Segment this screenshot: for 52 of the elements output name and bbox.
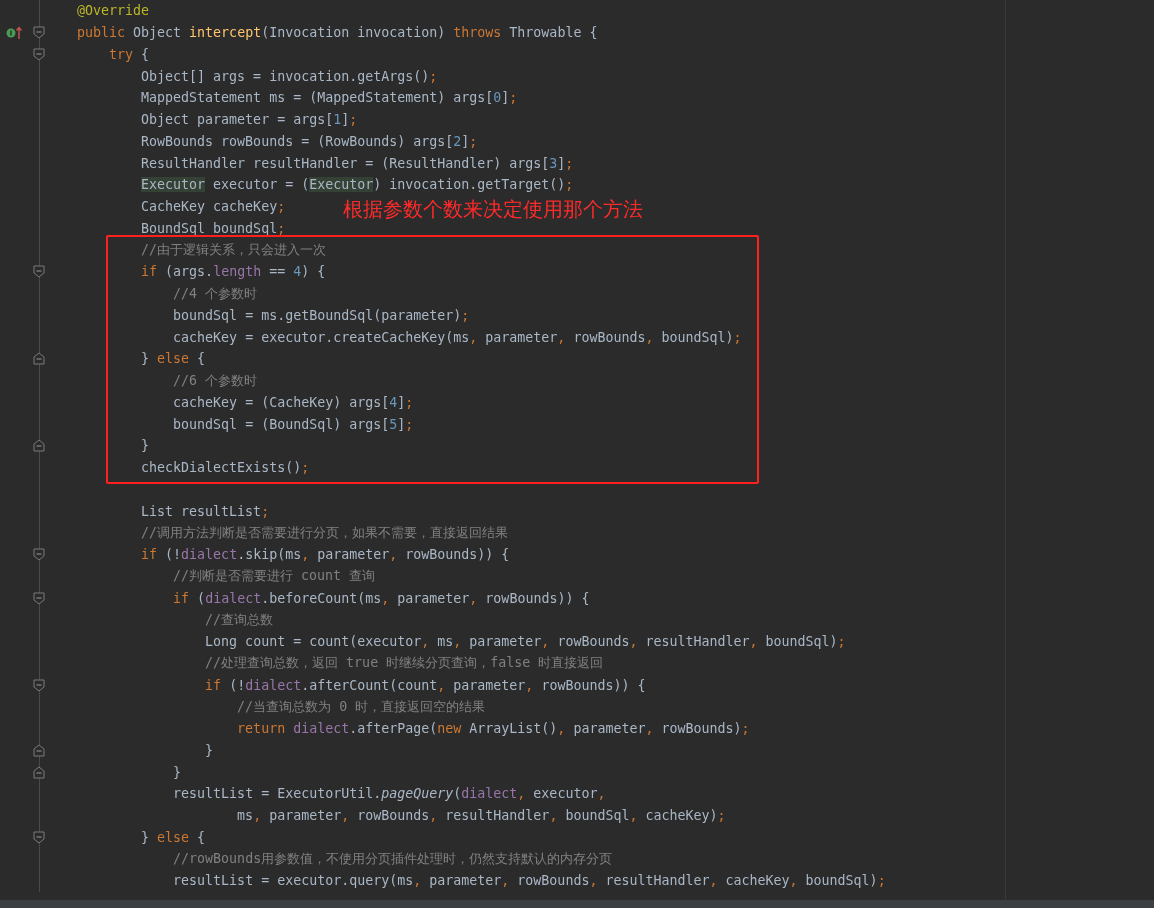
code-line: if (args.length == 4) { xyxy=(141,264,326,280)
code-line: BoundSql boundSql; xyxy=(141,220,286,236)
code-line: @Override xyxy=(77,3,150,19)
code-line: if (!dialect.afterCount(count, parameter, rowBounds)) { xyxy=(205,677,646,693)
fold-icon[interactable] xyxy=(33,439,45,453)
fold-icon[interactable] xyxy=(33,765,45,779)
code-line: } else { xyxy=(141,829,206,845)
code-line: Executor executor = (Executor) invocation.getTarget(); xyxy=(141,177,574,193)
code-line: //rowBounds用参数值，不使用分页插件处理时，仍然支持默认的内存分页 xyxy=(173,850,613,869)
code-line: resultList = executor.query(ms, parameter, rowBounds, resultHandler, cacheKey, boundSql); xyxy=(173,873,886,889)
code-line: boundSql = (BoundSql) args[5]; xyxy=(173,416,414,432)
code-line: CacheKey cacheKey; xyxy=(141,199,286,215)
code-line: resultList = ExecutorUtil.pageQuery(dialect, executor, xyxy=(173,786,606,802)
fold-icon[interactable] xyxy=(33,830,45,844)
fold-icon[interactable] xyxy=(33,548,45,562)
code-line: if (dialect.beforeCount(ms, parameter, rowBounds)) { xyxy=(173,590,590,606)
fold-icon[interactable] xyxy=(33,352,45,366)
code-line: //处理查询总数，返回 true 时继续分页查询，false 时直接返回 xyxy=(205,654,604,673)
code-line: checkDialectExists(); xyxy=(141,460,310,476)
code-line: ResultHandler resultHandler = (ResultHandler) args[3]; xyxy=(141,155,574,171)
code-line: //4 个参数时 xyxy=(173,284,258,303)
code-line: return dialect.afterPage(new ArrayList(), parameter, rowBounds); xyxy=(237,721,750,737)
fold-icon[interactable] xyxy=(33,678,45,692)
code-line: } xyxy=(173,764,182,780)
code-line: //调用方法判断是否需要进行分页，如果不需要，直接返回结果 xyxy=(141,523,509,542)
fold-icon[interactable] xyxy=(33,47,45,61)
code-line: } xyxy=(205,742,214,758)
annotation-text: 根据参数个数来决定使用那个方法 xyxy=(343,196,643,223)
code-line: if (!dialect.skip(ms, parameter, rowBounds)) { xyxy=(141,547,510,563)
code-line: ms, parameter, rowBounds, resultHandler, boundSql, cacheKey); xyxy=(237,808,726,824)
code-line: cacheKey = executor.createCacheKey(ms, parameter, rowBounds, boundSql); xyxy=(173,329,742,345)
code-line: public Object intercept(Invocation invocation) throws Throwable { xyxy=(77,25,598,41)
code-line: } xyxy=(141,438,150,454)
code-line: boundSql = ms.getBoundSql(parameter); xyxy=(173,307,470,323)
code-line: //当查询总数为 0 时，直接返回空的结果 xyxy=(237,697,486,716)
code-line: Object parameter = args[1]; xyxy=(141,112,358,128)
code-line: RowBounds rowBounds = (RowBounds) args[2]; xyxy=(141,133,478,149)
fold-icon[interactable] xyxy=(33,26,45,40)
fold-icon[interactable] xyxy=(33,591,45,605)
code-line: //6 个参数时 xyxy=(173,371,258,390)
code-line: cacheKey = (CacheKey) args[4]; xyxy=(173,394,414,410)
code-line: Long count = count(executor, ms, parameter, rowBounds, resultHandler, boundSql); xyxy=(205,634,846,650)
code-line: try { xyxy=(109,46,150,62)
method-marker-icon[interactable] xyxy=(6,25,22,40)
code-line: //查询总数 xyxy=(205,610,274,629)
fold-icon[interactable] xyxy=(33,743,45,757)
code-line: //判断是否需要进行 count 查询 xyxy=(173,567,376,586)
fold-icon[interactable] xyxy=(33,265,45,279)
code-line: List resultList; xyxy=(141,503,270,519)
code-line: Object[] args = invocation.getArgs(); xyxy=(141,68,438,84)
code-line: } else { xyxy=(141,351,206,367)
code-line: MappedStatement ms = (MappedStatement) args[0]; xyxy=(141,90,518,106)
